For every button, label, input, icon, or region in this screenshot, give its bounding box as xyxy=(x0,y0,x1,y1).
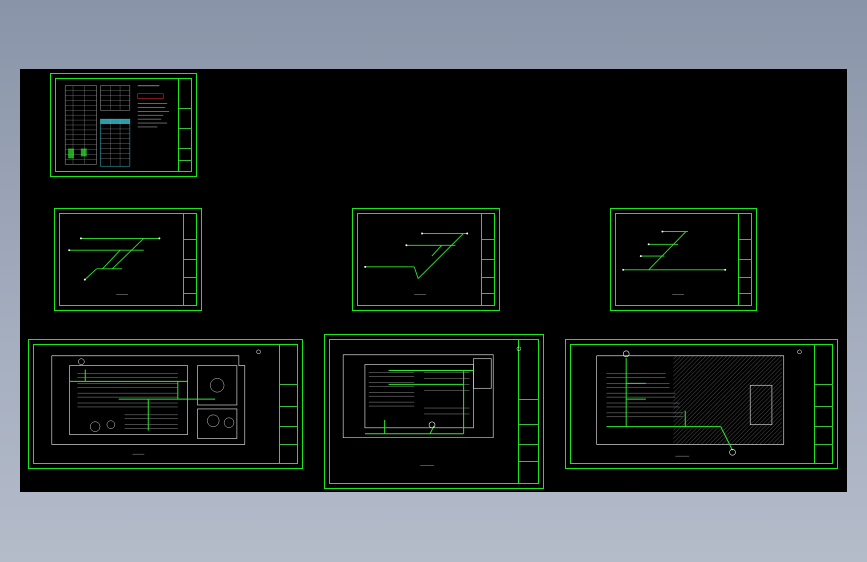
sheet-plan-2[interactable] xyxy=(324,334,544,489)
isometric-pipe-diagram xyxy=(364,232,469,295)
sheet-iso-2[interactable] xyxy=(352,208,500,311)
sheet-iso-1[interactable] xyxy=(54,208,202,311)
drawing-canvas[interactable] xyxy=(20,69,847,492)
sheet-plan-1[interactable] xyxy=(28,339,303,469)
isometric-pipe-diagram xyxy=(68,237,161,295)
floor-plan-drawing xyxy=(596,349,802,457)
sheet-legend[interactable] xyxy=(50,73,197,177)
floor-plan-drawing xyxy=(51,349,261,455)
legend-content xyxy=(64,85,170,167)
sheet-plan-3[interactable] xyxy=(565,339,838,469)
isometric-pipe-diagram xyxy=(622,230,727,295)
sheet-iso-3[interactable] xyxy=(610,208,757,311)
floor-plan-drawing xyxy=(342,346,522,466)
